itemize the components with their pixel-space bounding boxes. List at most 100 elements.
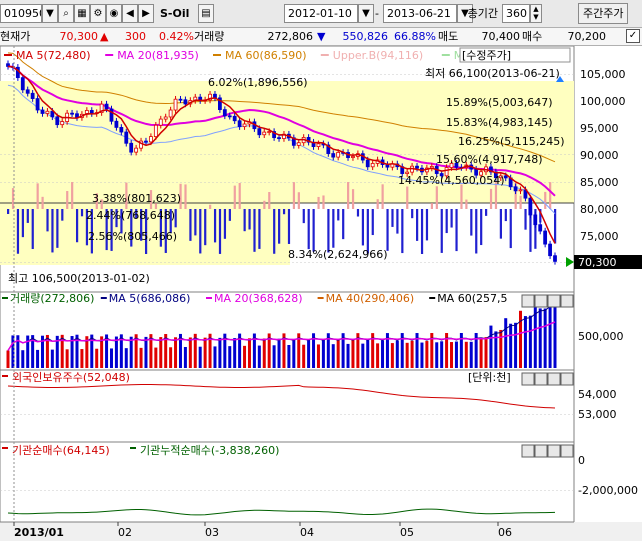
- volume-bar: [169, 347, 173, 368]
- current-price-label: 현재가: [0, 30, 31, 43]
- minimize-icon[interactable]: [534, 444, 548, 458]
- flow-bar: [416, 209, 419, 241]
- flow-bar: [361, 209, 365, 246]
- maximize-icon[interactable]: [547, 294, 561, 308]
- close-icon[interactable]: [560, 294, 574, 308]
- flow-bar: [238, 182, 241, 209]
- memo-icon[interactable]: ▤: [198, 4, 214, 23]
- volume-bar: [50, 349, 54, 368]
- volume-bar: [277, 338, 281, 368]
- stock-code-input[interactable]: 010950: [0, 4, 42, 23]
- options-checkbox[interactable]: ✓: [626, 29, 640, 43]
- flow-bar: [485, 209, 488, 216]
- stock-name: S-Oil: [160, 7, 190, 20]
- volume-legend-swatch: [2, 297, 8, 299]
- eye-icon[interactable]: ◉: [106, 4, 122, 23]
- stock-chart[interactable]: 6.02%(1,896,556) 15.89%(5,003,647) 15.83%(…: [0, 46, 642, 541]
- candle-body: [153, 124, 158, 137]
- close-icon[interactable]: [560, 372, 574, 386]
- volume-bar: [228, 346, 232, 368]
- flow-bar: [406, 186, 409, 209]
- volume-legend-item: MA 5(686,086): [109, 292, 191, 305]
- prev-icon[interactable]: ◀: [122, 4, 138, 23]
- volume-label: 거래량: [194, 30, 225, 43]
- next-icon[interactable]: ▶: [138, 4, 154, 23]
- settings-icon[interactable]: ⚙: [90, 4, 106, 23]
- flow-bar: [386, 209, 389, 251]
- flow-bar: [248, 209, 251, 230]
- flow-bar: [56, 209, 59, 248]
- volume-bar: [346, 343, 350, 368]
- candle-body: [232, 115, 237, 122]
- close-icon[interactable]: [560, 444, 574, 458]
- flow-bar: [194, 209, 197, 236]
- flow-bar: [524, 209, 527, 230]
- start-date-dropdown-icon[interactable]: ▼: [358, 4, 374, 23]
- flow-bar: [7, 209, 10, 214]
- restore-icon[interactable]: [521, 444, 535, 458]
- volume-bar: [435, 342, 439, 368]
- x-tick-label: 06: [498, 526, 512, 539]
- candle-body: [518, 189, 523, 192]
- maximize-icon[interactable]: [547, 372, 561, 386]
- price-y-tick: 95,000: [580, 122, 619, 135]
- period-spinner-icon[interactable]: ▲ ▼: [530, 4, 542, 23]
- volume-bar: [410, 340, 414, 368]
- minimize-icon[interactable]: [534, 294, 548, 308]
- flow-bar: [475, 209, 478, 254]
- volume-bar: [454, 341, 458, 368]
- end-date-input[interactable]: 2013-06-21: [383, 4, 457, 23]
- volume-legend-item: MA 60(257,5: [437, 292, 507, 305]
- flow-bar: [411, 209, 414, 219]
- volume-bar: [528, 315, 532, 368]
- flow-bar: [297, 192, 300, 209]
- price-panel: 6.02%(1,896,556) 15.89%(5,003,647) 15.83%(…: [0, 46, 642, 293]
- restore-icon[interactable]: [521, 372, 535, 386]
- flow-bar: [480, 209, 483, 246]
- high-note: 최고 106,500(2013-01-02): [8, 272, 150, 285]
- volume-bar: [489, 325, 493, 368]
- candle-body: [55, 116, 60, 126]
- volume-bar: [336, 339, 340, 368]
- volume-bar: [509, 323, 513, 368]
- weekly-price-button[interactable]: 주간주가: [578, 3, 629, 24]
- candle-body: [168, 109, 173, 118]
- volume-bar: [95, 348, 99, 368]
- flow-bar: [36, 183, 39, 209]
- minimize-icon[interactable]: [534, 372, 548, 386]
- flow-bar: [489, 188, 493, 209]
- start-date-input[interactable]: 2012-01-10: [284, 4, 358, 23]
- grid-icon[interactable]: ▦: [74, 4, 90, 23]
- flow-bar: [31, 209, 34, 250]
- volume-value: 272,806: [267, 30, 314, 43]
- candle-body: [30, 92, 35, 99]
- volume-bar: [109, 348, 113, 368]
- maximize-icon[interactable]: [547, 444, 561, 458]
- volume-bar: [321, 339, 325, 368]
- flow-bar: [204, 209, 207, 246]
- ask-label: 매도: [438, 30, 459, 43]
- restore-icon[interactable]: [521, 294, 535, 308]
- candle-body: [331, 153, 336, 158]
- volume-bar: [469, 341, 473, 368]
- foreign-legend-swatch: [2, 375, 8, 377]
- search-icon[interactable]: ⌕: [58, 4, 74, 23]
- x-axis: 2013/01 02 03 04 05 06: [0, 521, 642, 541]
- candle-body: [227, 115, 232, 118]
- flow-bar: [61, 209, 64, 221]
- flow-bar: [199, 209, 202, 254]
- volume-legend-swatch: [317, 297, 324, 299]
- flow-bar: [16, 209, 20, 254]
- volume-bar: [514, 322, 518, 368]
- code-dropdown-icon[interactable]: ▼: [42, 4, 58, 23]
- period-input[interactable]: 360: [502, 4, 530, 23]
- flow-bar: [41, 196, 44, 209]
- foreign-y-tick-2: 53,000: [578, 408, 617, 421]
- flow-bar: [356, 209, 360, 217]
- flow-bar: [258, 209, 261, 249]
- flow-bar: [66, 191, 69, 209]
- low-note: 최저 66,100(2013-06-21): [425, 67, 560, 80]
- flow-bar: [228, 209, 231, 221]
- price-tag: [수정주가]: [462, 49, 511, 62]
- flow-bar: [347, 182, 350, 209]
